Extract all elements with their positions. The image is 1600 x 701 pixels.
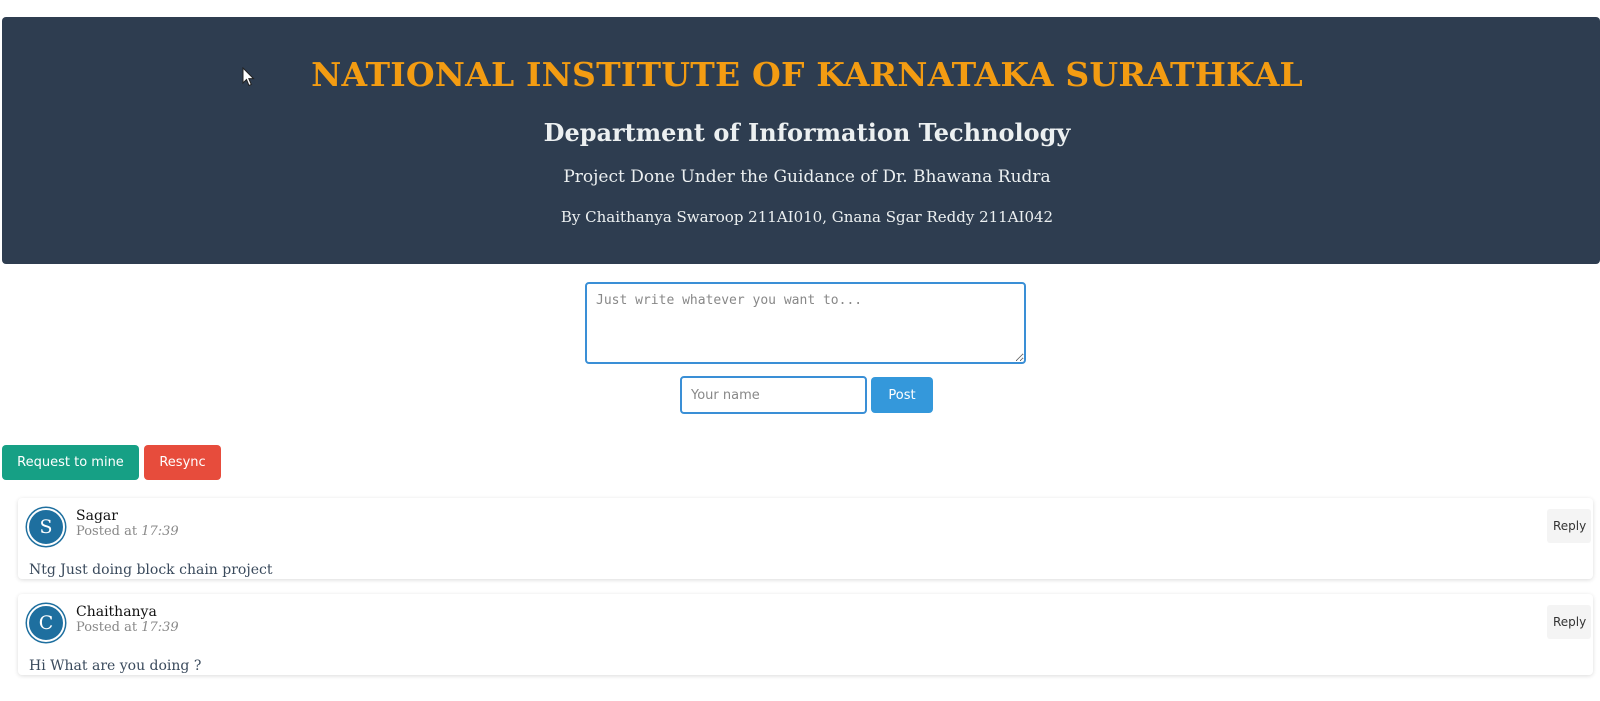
mouse-pointer-icon (242, 67, 255, 87)
post-time: 17:39 (141, 524, 179, 539)
post-timestamp: Posted at 17:39 (76, 620, 179, 635)
department-title: Department of Information Technology (543, 118, 1071, 147)
avatar: C (27, 604, 65, 642)
post-body: Hi What are you doing ? (29, 658, 202, 674)
post-timestamp: Posted at 17:39 (76, 524, 179, 539)
posted-at-label: Posted at (76, 524, 138, 539)
posted-at-label: Posted at (76, 620, 138, 635)
name-input[interactable] (680, 376, 867, 414)
avatar: S (27, 508, 65, 546)
post-card: S Sagar Posted at 17:39 Ntg Just doing b… (18, 498, 1593, 579)
post-author: Sagar (76, 508, 118, 524)
reply-button[interactable]: Reply (1547, 605, 1591, 639)
post-body: Ntg Just doing block chain project (29, 562, 273, 578)
post-time: 17:39 (141, 620, 179, 635)
post-card: C Chaithanya Posted at 17:39 Hi What are… (18, 594, 1593, 675)
authors-text: By Chaithanya Swaroop 211AI010, Gnana Sg… (560, 208, 1054, 226)
request-to-mine-button[interactable]: Request to mine (2, 445, 139, 480)
reply-button[interactable]: Reply (1547, 509, 1591, 543)
site-header: NATIONAL INSTITUTE OF KARNATAKA SURATHKA… (2, 17, 1600, 264)
resync-button[interactable]: Resync (144, 445, 221, 480)
message-textarea[interactable] (585, 282, 1026, 364)
post-author: Chaithanya (76, 604, 157, 620)
post-button[interactable]: Post (871, 377, 933, 413)
guidance-text: Project Done Under the Guidance of Dr. B… (563, 167, 1051, 187)
